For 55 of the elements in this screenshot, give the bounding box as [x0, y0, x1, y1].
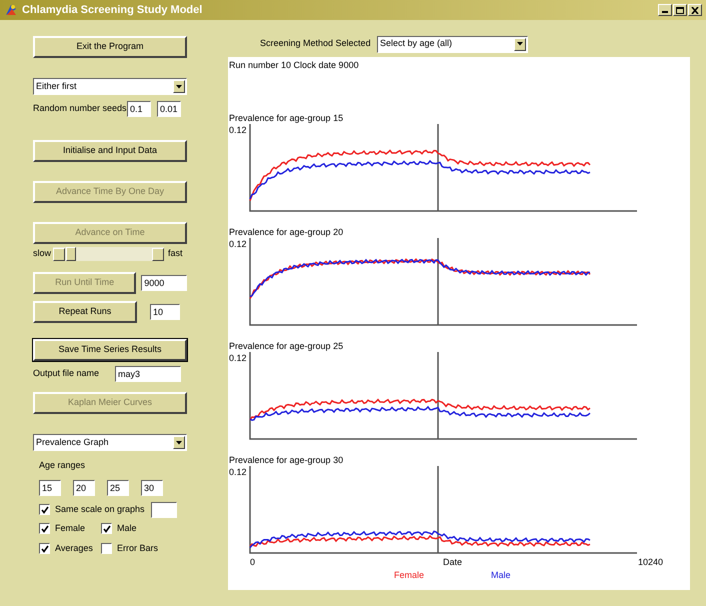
checkbox[interactable]: Female — [39, 520, 101, 536]
checkbox[interactable]: Same scale on graphs — [39, 502, 145, 518]
axis-tick-label: 0.12 — [229, 352, 246, 365]
field-label: Output file name — [33, 367, 100, 380]
checkbox[interactable]: Male — [101, 520, 181, 536]
dropdown-value: Either first — [35, 80, 78, 93]
button[interactable]: Repeat Runs — [33, 301, 137, 323]
checkbox[interactable]: Error Bars — [101, 540, 181, 556]
check-icon — [40, 524, 48, 532]
dropdown-value: Prevalence Graph — [35, 436, 110, 449]
input-field[interactable]: 25 — [107, 480, 129, 496]
legend-label: Male — [491, 569, 511, 582]
chart-title: Prevalence for age-group 25 — [229, 340, 344, 352]
app-icon — [4, 3, 18, 17]
input-field[interactable]: 10 — [150, 304, 180, 320]
axis-tick-label: 0 — [250, 556, 256, 570]
axis-tick-label: 0.12 — [229, 124, 246, 137]
chart-title: Prevalence for age-group 15 — [229, 112, 344, 124]
checkbox[interactable]: Averages — [39, 540, 101, 556]
input-field[interactable]: 15 — [39, 480, 61, 496]
check-icon — [102, 524, 110, 532]
button[interactable]: Initialise and Input Data — [33, 140, 187, 162]
dropdown[interactable]: Prevalence Graph — [33, 434, 187, 451]
input-field[interactable]: 30 — [141, 480, 163, 496]
maximize-button[interactable] — [673, 4, 687, 16]
legend-label: Female — [394, 569, 426, 582]
axis-tick-label: 0.12 — [229, 466, 246, 479]
button[interactable]: Exit the Program — [33, 36, 187, 58]
dropdown-value: Select by age (all) — [379, 37, 454, 50]
dropdown[interactable]: Select by age (all) — [377, 36, 528, 52]
chart-title: Prevalence for age-group 20 — [229, 226, 344, 238]
close-button[interactable] — [688, 4, 702, 16]
dropdown[interactable]: Either first — [33, 78, 187, 95]
axis-tick-label: 10240 — [638, 556, 664, 570]
field-label: Age ranges — [39, 459, 86, 472]
speed-slider[interactable] — [53, 247, 164, 261]
chart-title: Prevalence for age-group 30 — [229, 454, 344, 466]
input-field[interactable]: 0.1 — [127, 101, 151, 117]
field-label: Random number seeds — [33, 102, 127, 116]
status-text: Run number 10 Clock date 9000 — [229, 59, 360, 71]
slider-label: slow — [33, 247, 52, 260]
input-field[interactable]: 0.01 — [157, 101, 181, 117]
button[interactable]: Save Time Series Results — [33, 339, 187, 361]
check-icon — [40, 544, 48, 552]
minimize-button[interactable] — [658, 4, 672, 16]
input-field[interactable]: 20 — [73, 480, 95, 496]
input-field[interactable]: may3 — [115, 366, 181, 382]
input-field[interactable] — [150, 502, 177, 518]
axis-tick-label: 0.12 — [229, 238, 246, 251]
axis-label: Date — [443, 556, 464, 570]
check-icon — [40, 506, 48, 514]
field-label: Screening Method Selected — [260, 37, 372, 50]
window-title: Chlamydia Screening Study Model — [22, 2, 202, 18]
close-icon — [691, 6, 699, 14]
slider-label: fast — [168, 247, 183, 260]
